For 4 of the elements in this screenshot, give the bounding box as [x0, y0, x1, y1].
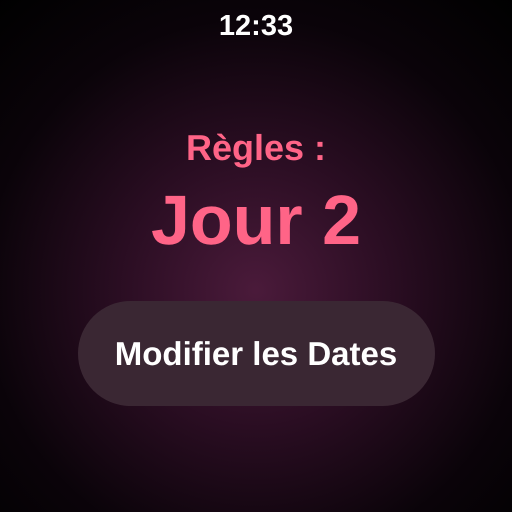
edit-dates-button[interactable]: Modifier les Dates [78, 301, 434, 406]
period-day: Jour 2 [150, 178, 362, 262]
clock-time: 12:33 [218, 9, 294, 44]
period-label: Règles : [186, 126, 326, 170]
